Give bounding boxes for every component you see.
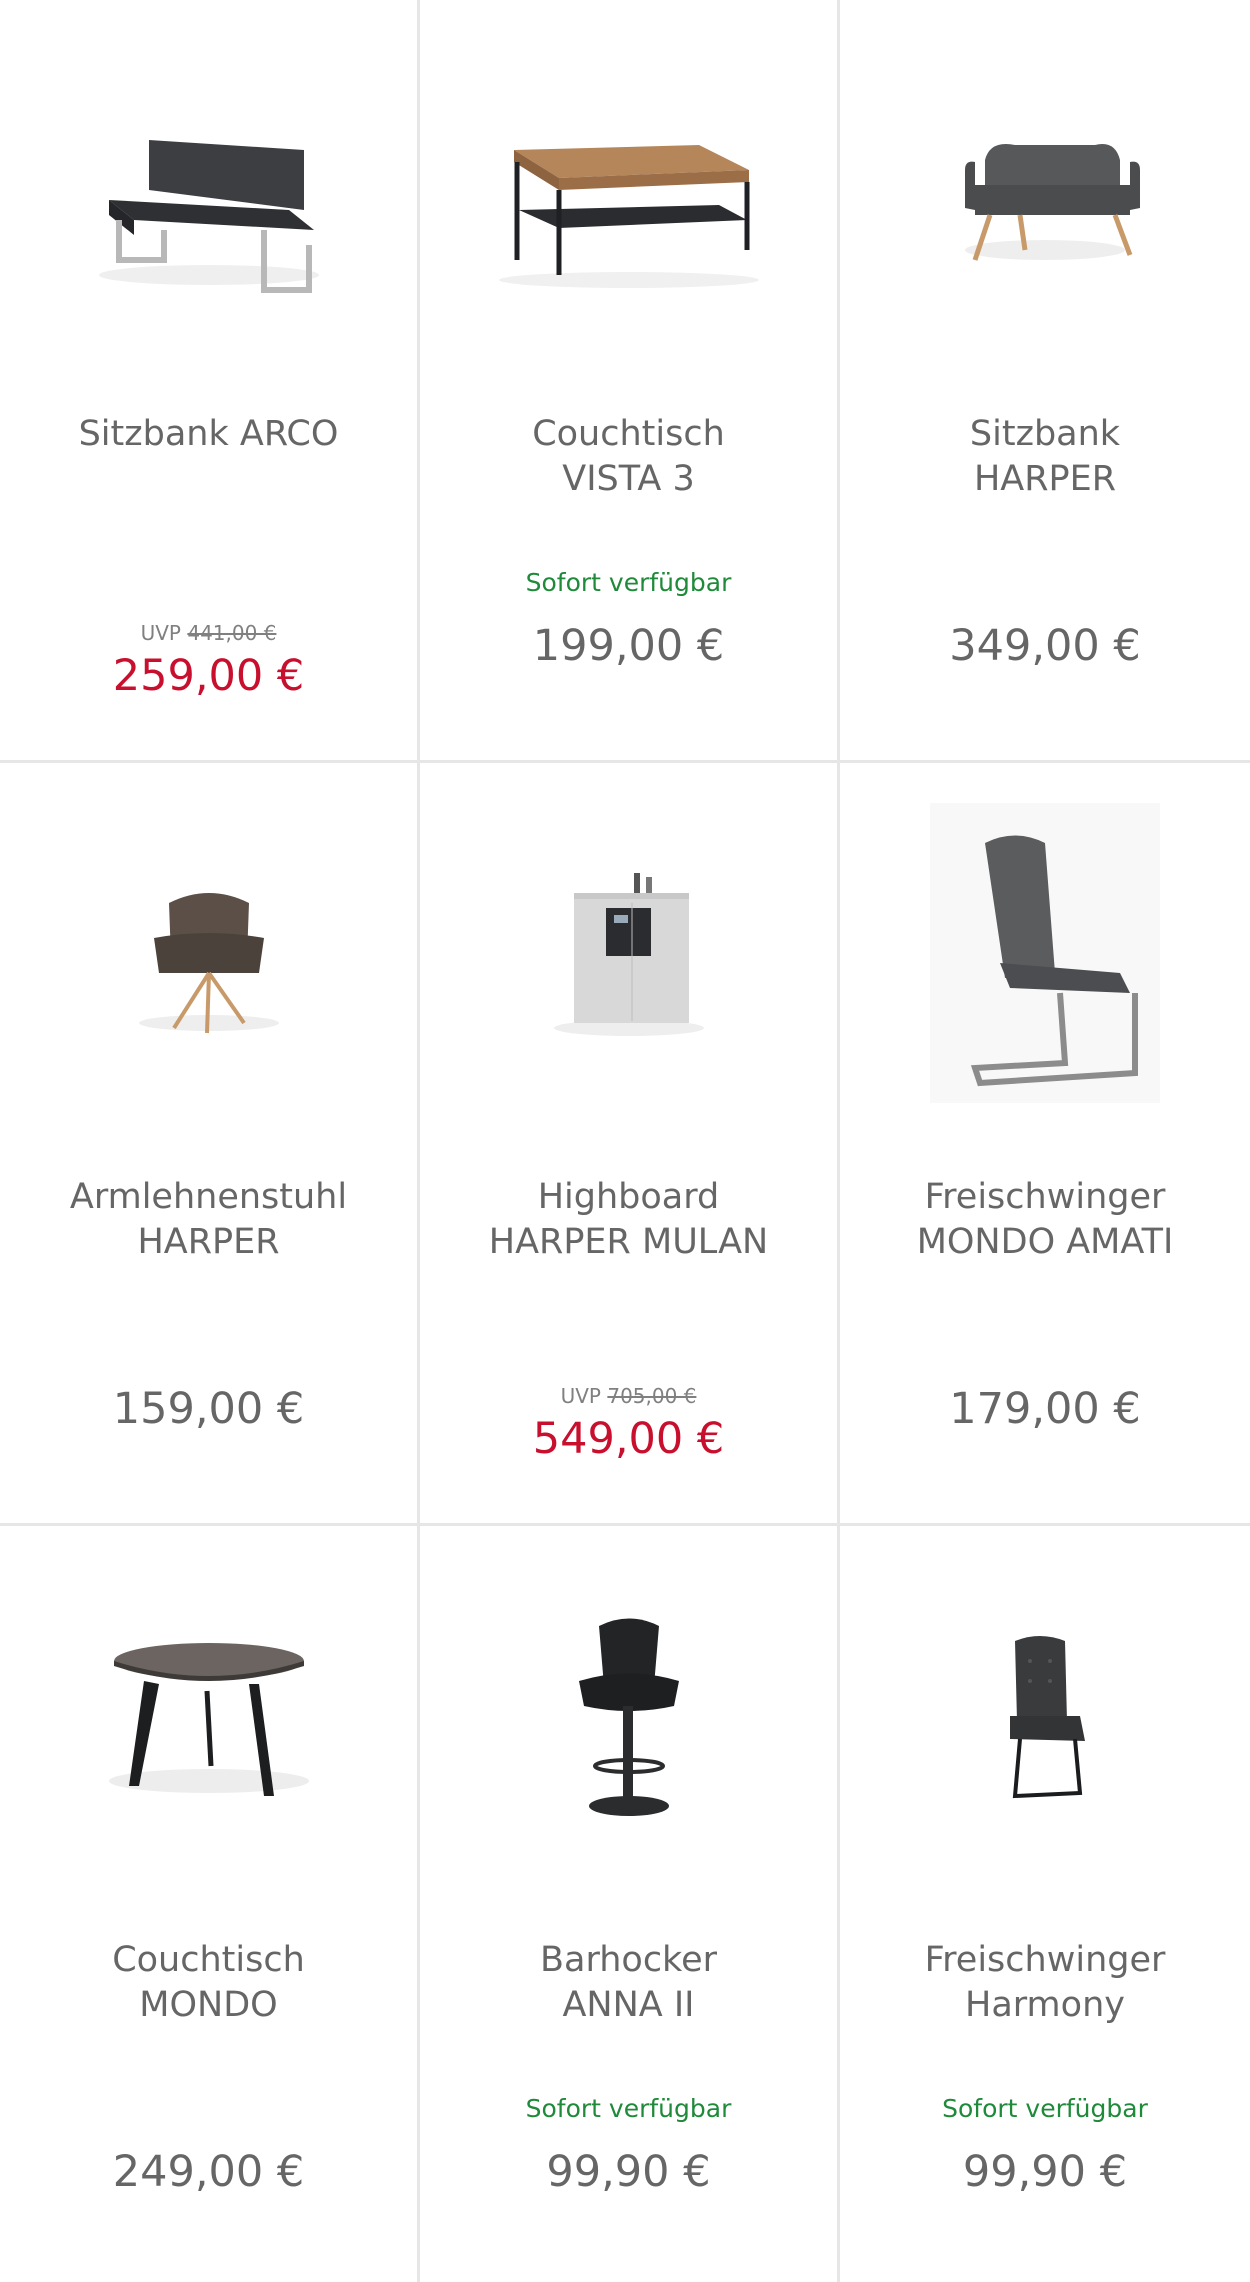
product-name[interactable]: Highboard HARPER MULAN [432, 1175, 825, 1265]
price-box: 159,00 € [0, 1363, 417, 1437]
price-box: UVP 441,00 € 259,00 € [0, 600, 417, 704]
product-card[interactable]: Couchtisch MONDO 249,00 € [0, 1526, 417, 2282]
round-coffee-table-image[interactable] [0, 1556, 417, 1876]
product-price: 349,00 € [949, 621, 1141, 671]
product-price: 99,90 € [962, 2147, 1128, 2197]
product-name[interactable]: Armlehnenstuhl HARPER [12, 1175, 405, 1265]
price-box: 99,90 € [420, 2126, 837, 2200]
availability-badge: Sofort verfügbar [942, 2094, 1148, 2123]
uvp-label: UVP 705,00 € [420, 1381, 837, 1411]
price-box: 249,00 € [0, 2126, 417, 2200]
product-name-line1[interactable]: Freischwinger [852, 1938, 1238, 1983]
price-box: 179,00 € [840, 1363, 1250, 1437]
product-name-line1[interactable]: Couchtisch [432, 412, 825, 457]
cantilever-chair-image[interactable] [840, 793, 1250, 1113]
product-name[interactable]: Sitzbank HARPER [852, 412, 1238, 502]
uvp-prefix: UVP [560, 1384, 601, 1408]
product-card[interactable]: Freischwinger MONDO AMATI 179,00 € [840, 763, 1250, 1523]
armchair-harper-image[interactable] [0, 793, 417, 1113]
product-card[interactable]: Freischwinger Harmony Sofort verfügbar 9… [840, 1526, 1250, 2282]
product-name[interactable]: Sitzbank ARCO [12, 412, 405, 457]
bench-arco-image[interactable] [0, 30, 417, 350]
product-price: 179,00 € [949, 1384, 1141, 1434]
uvp-old-price: 441,00 € [187, 621, 277, 645]
availability-badge: Sofort verfügbar [525, 568, 732, 597]
product-card[interactable]: Armlehnenstuhl HARPER 159,00 € [0, 763, 417, 1523]
product-name[interactable]: Barhocker ANNA II [432, 1938, 825, 2028]
product-name[interactable]: Couchtisch MONDO [12, 1938, 405, 2028]
product-name-line1[interactable]: Couchtisch [12, 1938, 405, 1983]
bar-stool-image[interactable] [420, 1556, 837, 1876]
product-name-line1[interactable]: Barhocker [432, 1938, 825, 1983]
product-name-line1[interactable]: Freischwinger [852, 1175, 1238, 1220]
price-box: UVP 705,00 € 549,00 € [420, 1363, 837, 1467]
product-price: 199,00 € [532, 621, 725, 671]
uvp-prefix: UVP [140, 621, 181, 645]
price-box: 199,00 € [420, 600, 837, 674]
product-grid: Sitzbank ARCO UVP 441,00 € 259,00 € Couc… [0, 0, 1250, 2282]
uvp-label: UVP 441,00 € [0, 618, 417, 648]
product-name-line2[interactable]: Harmony [852, 1983, 1238, 2028]
product-name-line2[interactable]: HARPER [12, 1220, 405, 1265]
product-price: 99,90 € [546, 2147, 711, 2197]
price-box: 99,90 € [840, 2126, 1250, 2200]
product-price: 259,00 € [112, 651, 305, 701]
product-name-line2[interactable]: HARPER [852, 457, 1238, 502]
product-name-line1[interactable]: Sitzbank ARCO [12, 412, 405, 457]
bench-harper-image[interactable] [840, 30, 1250, 350]
product-name-line1[interactable]: Sitzbank [852, 412, 1238, 457]
product-card[interactable]: Sitzbank ARCO UVP 441,00 € 259,00 € [0, 0, 417, 760]
product-card[interactable]: Highboard HARPER MULAN UVP 705,00 € 549,… [420, 763, 837, 1523]
product-name-line2[interactable]: ANNA II [432, 1983, 825, 2028]
coffee-table-vista-image[interactable] [420, 30, 837, 350]
availability-badge: Sofort verfügbar [525, 2094, 732, 2123]
product-name[interactable]: Freischwinger Harmony [852, 1938, 1238, 2028]
product-name-line1[interactable]: Armlehnenstuhl [12, 1175, 405, 1220]
product-name-line2[interactable]: HARPER MULAN [432, 1220, 825, 1265]
product-card[interactable]: Couchtisch VISTA 3 Sofort verfügbar 199,… [420, 0, 837, 760]
highboard-image[interactable] [420, 793, 837, 1113]
product-name-line1[interactable]: Highboard [432, 1175, 825, 1220]
product-name-line2[interactable]: MONDO [12, 1983, 405, 2028]
product-name[interactable]: Couchtisch VISTA 3 [432, 412, 825, 502]
price-box: 349,00 € [840, 600, 1250, 674]
product-card[interactable]: Sitzbank HARPER 349,00 € [840, 0, 1250, 760]
product-name-line2[interactable]: MONDO AMATI [852, 1220, 1238, 1265]
product-price: 159,00 € [112, 1384, 305, 1434]
cantilever-chair-harmony-image[interactable] [840, 1556, 1250, 1876]
uvp-old-price: 705,00 € [607, 1384, 697, 1408]
product-name-line2[interactable]: VISTA 3 [432, 457, 825, 502]
product-price: 549,00 € [532, 1414, 725, 1464]
product-name[interactable]: Freischwinger MONDO AMATI [852, 1175, 1238, 1265]
product-card[interactable]: Barhocker ANNA II Sofort verfügbar 99,90… [420, 1526, 837, 2282]
product-price: 249,00 € [112, 2147, 305, 2197]
